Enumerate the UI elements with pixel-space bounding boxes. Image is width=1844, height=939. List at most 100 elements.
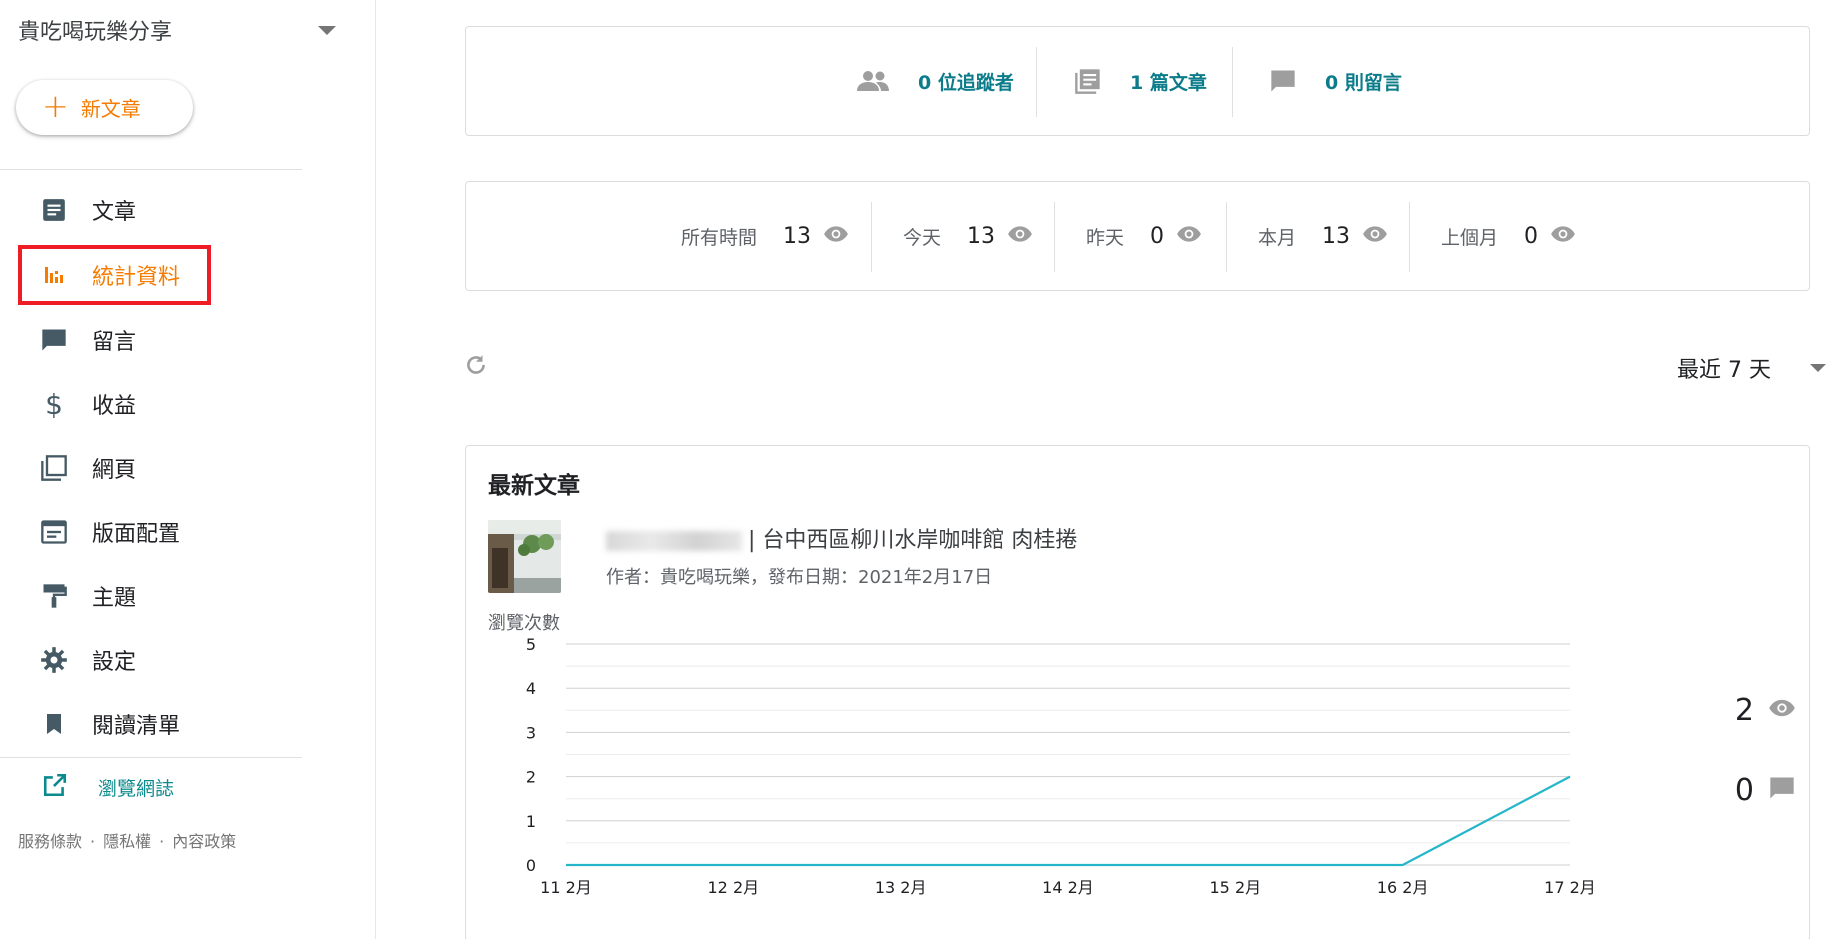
sidebar-item-label: 留言: [92, 330, 137, 355]
stats-icon: [40, 261, 68, 289]
sidebar-item-label: 閱讀清單: [92, 714, 181, 739]
pageviews-value: 13: [1322, 223, 1351, 249]
eye-icon: [1007, 225, 1033, 247]
redacted-text: [606, 531, 742, 551]
comment-icon: [1768, 774, 1796, 806]
theme-icon: [40, 582, 68, 610]
blog-selector-caret-icon[interactable]: [318, 26, 336, 35]
followers-stat[interactable]: 0 位追蹤者: [856, 27, 1014, 135]
sidebar-item-settings[interactable]: 設定: [0, 632, 302, 688]
sidebar-item-comments[interactable]: 留言: [0, 312, 302, 368]
period-select[interactable]: 最近 7 天: [1677, 352, 1771, 384]
pageviews-label: 昨天: [1086, 226, 1125, 249]
plus-icon: +: [42, 86, 69, 125]
sidebar-item-stats[interactable]: 統計資料: [0, 247, 302, 303]
x-tick-label: 13 2月: [875, 878, 927, 897]
posts-icon: [40, 196, 68, 224]
y-tick-label: 2: [526, 768, 536, 787]
view-blog-label: 瀏覽網誌: [98, 777, 175, 800]
y-tick-label: 5: [526, 635, 536, 654]
views-chart-svg: 瀏覽次數 0 1 2 3 4 5 11 2月 12 2月 13 2月 14 2月 15 2月 16 2月…: [488, 613, 1596, 897]
comments-count: 0 則留言: [1325, 71, 1402, 94]
sidebar-item-layout[interactable]: 版面配置: [0, 504, 302, 560]
pageviews-last-month: 上個月 0: [1441, 182, 1576, 290]
eye-icon: [1362, 225, 1388, 247]
eye-icon: [823, 225, 849, 247]
separator: [1226, 202, 1227, 272]
post-meta: 作者：貴吃喝玩樂，發布日期：2021年2月17日: [606, 567, 993, 588]
pageviews-card: 所有時間 13 今天 13 昨天 0 本月 13 上個月 0: [465, 181, 1810, 291]
section-title: 最新文章: [488, 473, 580, 499]
post-views-count: 2: [1734, 692, 1754, 728]
post-title[interactable]: | 台中西區柳川水岸咖啡館 肉桂捲: [606, 522, 1077, 554]
sidebar-item-label: 主題: [92, 586, 137, 611]
x-tick-label: 17 2月: [1544, 878, 1596, 897]
separator: [1232, 47, 1233, 117]
separator: [1054, 202, 1055, 272]
pageviews-value: 13: [783, 223, 812, 249]
separator: [1409, 202, 1410, 272]
separator: [871, 202, 872, 272]
settings-icon: [40, 646, 68, 674]
post-views: 2: [1706, 691, 1796, 729]
comment-icon: [1269, 67, 1297, 95]
x-tick-label: 14 2月: [1042, 878, 1094, 897]
comments-stat[interactable]: 0 則留言: [1269, 27, 1402, 135]
sidebar-item-label: 收益: [92, 394, 137, 419]
posts-count: 1 篇文章: [1130, 71, 1207, 94]
terms-link[interactable]: 服務條款: [18, 832, 82, 851]
x-tick-label: 15 2月: [1210, 878, 1262, 897]
sidebar-divider: [0, 169, 302, 170]
eye-icon: [1768, 698, 1796, 722]
eye-icon: [1176, 225, 1202, 247]
x-tick-label: 12 2月: [708, 878, 760, 897]
pageviews-all-time: 所有時間 13: [681, 182, 849, 290]
pageviews-value: 0: [1150, 223, 1165, 249]
pageviews-value: 0: [1524, 223, 1539, 249]
x-tick-label: 16 2月: [1377, 878, 1429, 897]
sidebar: 貴吃喝玩樂分享 + 新文章 文章 統計資料 留言 $ 收益 網頁 版面配置 主題…: [0, 0, 376, 939]
sidebar-item-theme[interactable]: 主題: [0, 568, 302, 624]
library-books-icon: [1074, 67, 1102, 95]
post-comments-count: 0: [1734, 772, 1754, 808]
comments-icon: [40, 326, 68, 354]
sidebar-item-reading-list[interactable]: 閱讀清單: [0, 696, 302, 752]
y-tick-label: 3: [526, 723, 536, 742]
eye-icon: [1550, 225, 1576, 247]
layout-icon: [40, 518, 68, 546]
summary-card: 0 位追蹤者 1 篇文章 0 則留言: [465, 26, 1810, 136]
sidebar-item-pages[interactable]: 網頁: [0, 440, 302, 496]
sidebar-divider: [0, 757, 302, 758]
sidebar-item-posts[interactable]: 文章: [0, 182, 302, 238]
sidebar-item-label: 網頁: [92, 458, 137, 483]
pageviews-label: 本月: [1258, 226, 1297, 249]
blog-title[interactable]: 貴吃喝玩樂分享: [18, 14, 172, 46]
y-tick-label: 1: [526, 812, 536, 831]
open-external-icon: [42, 772, 68, 802]
y-tick-label: 4: [526, 679, 536, 698]
pageviews-label: 上個月: [1441, 226, 1499, 249]
footer-links: 服務條款 · 隱私權 · 內容政策: [18, 832, 237, 851]
new-post-button[interactable]: + 新文章: [16, 80, 193, 135]
sidebar-item-earnings[interactable]: $ 收益: [0, 376, 302, 432]
earnings-icon: $: [45, 387, 63, 421]
pageviews-today: 今天 13: [903, 182, 1033, 290]
x-tick-label: 11 2月: [540, 878, 592, 897]
sidebar-item-label: 文章: [92, 200, 137, 225]
separator: [1036, 47, 1037, 117]
post-thumbnail[interactable]: [488, 520, 561, 593]
view-blog-link[interactable]: 瀏覽網誌: [0, 765, 302, 809]
pageviews-yesterday: 昨天 0: [1086, 182, 1202, 290]
privacy-link[interactable]: 隱私權: [103, 832, 151, 851]
chevron-down-icon[interactable]: [1810, 364, 1826, 372]
y-tick-label: 0: [526, 856, 536, 875]
sidebar-item-label: 設定: [92, 650, 137, 675]
content-policy-link[interactable]: 內容政策: [172, 832, 236, 851]
refresh-icon[interactable]: [463, 352, 489, 382]
sidebar-item-label: 統計資料: [92, 265, 181, 290]
posts-stat[interactable]: 1 篇文章: [1074, 27, 1207, 135]
pageviews-this-month: 本月 13: [1258, 182, 1388, 290]
y-axis-label: 瀏覽次數: [488, 613, 560, 634]
views-chart: 瀏覽次數 0 1 2 3 4 5 11 2月 12 2月 13 2月 14 2月 15 2月 16 2月…: [466, 611, 1646, 931]
pageviews-label: 所有時間: [681, 226, 758, 249]
